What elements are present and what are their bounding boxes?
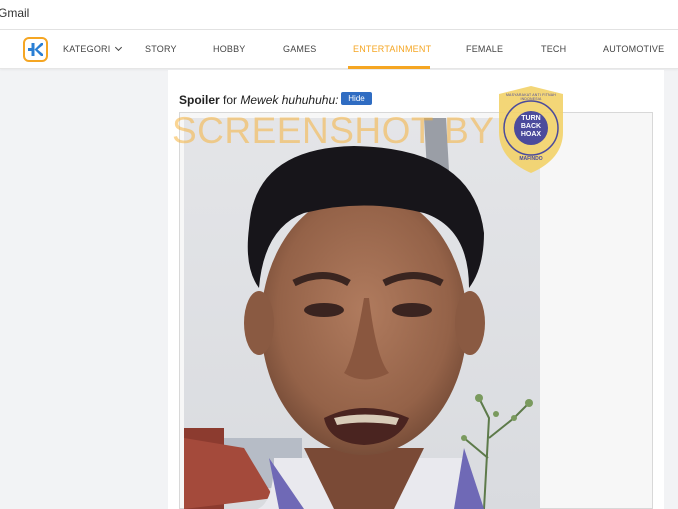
portrait-illustration bbox=[184, 118, 540, 509]
nav-games[interactable]: GAMES bbox=[283, 44, 317, 54]
chevron-down-icon bbox=[115, 43, 123, 52]
nav-hobby[interactable]: HOBBY bbox=[213, 44, 246, 54]
nav-female[interactable]: FEMALE bbox=[466, 44, 503, 54]
bookmark-gmail[interactable]: Gmail bbox=[0, 6, 29, 20]
badge-line1: TURN bbox=[521, 115, 541, 122]
badge-line2: BACK bbox=[520, 123, 542, 130]
badge-bottom-text: MAFINDO bbox=[519, 156, 543, 162]
nav-story[interactable]: STORY bbox=[145, 44, 177, 54]
badge-line3: HOAX bbox=[520, 131, 542, 138]
k-logo-icon bbox=[28, 43, 43, 56]
nav-kategori[interactable]: KATEGORI bbox=[63, 43, 123, 54]
active-tab-indicator bbox=[348, 66, 430, 69]
spoiler-title: Mewek huhuhuhu: bbox=[240, 93, 339, 107]
post-photo bbox=[184, 118, 540, 509]
nav-tech[interactable]: TECH bbox=[541, 44, 566, 54]
spoiler-header: Spoiler for Mewek huhuhuhu: bbox=[179, 93, 338, 107]
turnbackhoax-badge: MASYARAKAT ANTI FITNAH INDONESIA TURN BA… bbox=[495, 84, 567, 175]
site-logo[interactable] bbox=[23, 37, 48, 62]
spoiler-for-text: for bbox=[223, 93, 238, 107]
top-navigation: KATEGORI STORY HOBBY GAMES ENTERTAINMENT… bbox=[0, 30, 678, 69]
spoiler-label: Spoiler bbox=[179, 93, 220, 107]
nav-automotive[interactable]: AUTOMOTIVE bbox=[603, 44, 664, 54]
nav-entertainment[interactable]: ENTERTAINMENT bbox=[353, 44, 431, 54]
watermark-text: SCREENSHOT BY bbox=[172, 110, 495, 151]
hide-spoiler-button[interactable]: Hide bbox=[341, 92, 372, 105]
nav-kategori-label: KATEGORI bbox=[63, 44, 111, 54]
bookmarks-bar: Gmail bbox=[0, 0, 678, 30]
badge-ring-text: MASYARAKAT ANTI FITNAH INDONESIA bbox=[505, 93, 557, 101]
